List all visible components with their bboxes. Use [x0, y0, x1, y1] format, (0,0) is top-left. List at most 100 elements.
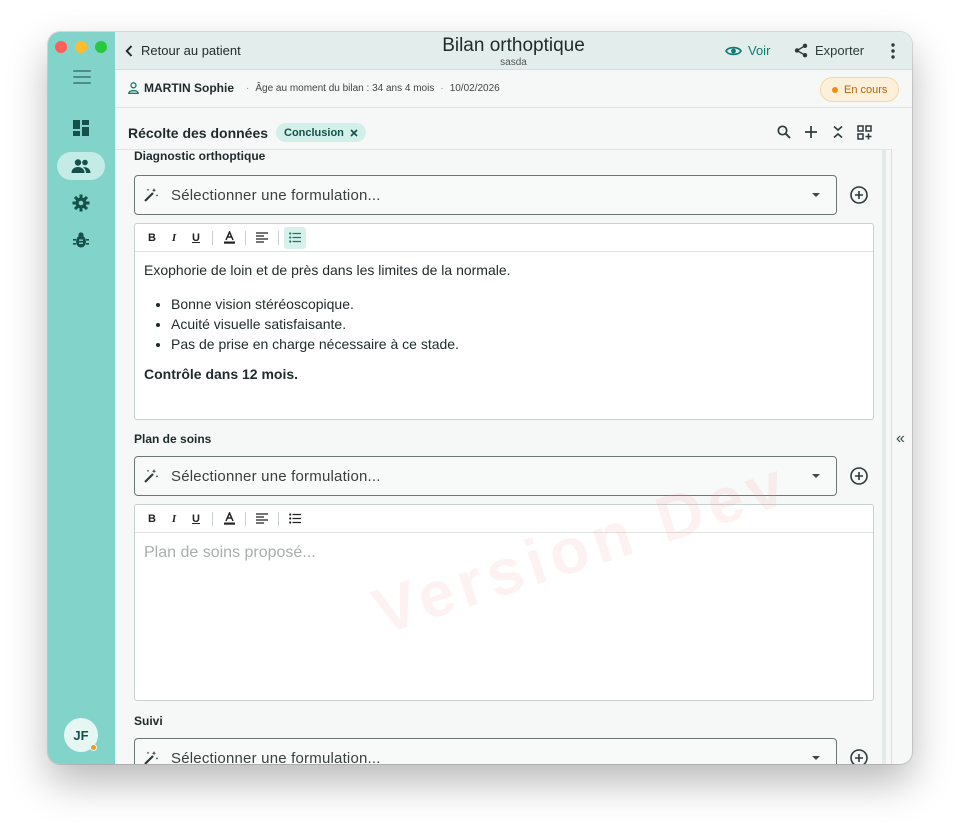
status-badge: En cours: [820, 77, 900, 102]
suivi-label: Suivi: [134, 714, 163, 728]
suivi-select-placeholder: Sélectionner une formulation...: [171, 750, 381, 764]
bug-icon: [73, 232, 89, 248]
status-dot: [832, 86, 838, 93]
underline-button[interactable]: U: [185, 227, 207, 249]
close-icon[interactable]: [350, 128, 358, 137]
filter-chip-label: Conclusion: [284, 126, 344, 139]
export-label: Exporter: [815, 43, 865, 58]
dropdown-arrow-icon: [812, 756, 820, 760]
bold-button[interactable]: B: [141, 508, 163, 530]
list-item: Bonne vision stéréoscopique.: [171, 294, 864, 314]
suivi-formulation-select[interactable]: Sélectionner une formulation...: [134, 738, 837, 764]
content-panel: Récolte des données Conclusion Version D…: [115, 108, 892, 764]
top-bar: Retour au patient Bilan orthoptique sasd…: [115, 32, 912, 70]
patient-bar: MARTIN Sophie · Âge au moment du bilan :…: [115, 70, 912, 108]
align-button[interactable]: [251, 508, 273, 530]
patient-name: MARTIN Sophie: [144, 81, 234, 95]
separator: ·: [246, 82, 250, 94]
editor-toolbar: B I U: [135, 224, 873, 252]
gear-icon: [72, 194, 90, 212]
diagnostic-formulation-select[interactable]: Sélectionner une formulation...: [134, 175, 837, 215]
toolbar-divider: [212, 511, 213, 526]
list-item: Pas de prise en charge nécessaire à ce s…: [171, 334, 864, 354]
diagnostic-conclusion: Contrôle dans 12 mois.: [144, 366, 299, 382]
section-header: Récolte des données Conclusion: [115, 108, 892, 150]
eye-icon: [725, 46, 742, 55]
bilan-date: 10/02/2026: [449, 82, 500, 94]
dropdown-arrow-icon: [812, 474, 820, 478]
text-color-icon: [223, 512, 235, 525]
app-window: JF Retour au patient Bilan orthoptique s…: [48, 32, 912, 764]
toolbar-divider: [278, 511, 279, 526]
add-formulation-icon[interactable]: [849, 185, 869, 205]
list-item: Acuité visuelle satisfaisante.: [171, 314, 864, 334]
close-window-button[interactable]: [55, 41, 67, 53]
magic-wand-icon: [144, 751, 159, 764]
diagnostic-intro: Exophorie de loin et de près dans les li…: [144, 262, 511, 278]
view-label: Voir: [748, 43, 771, 58]
diagnostic-editor: B I U Exophorie de loin et de près dans …: [134, 223, 874, 420]
bullet-list-icon: [289, 513, 301, 524]
bullet-list-button[interactable]: [284, 226, 306, 249]
dashboard-icon: [73, 120, 89, 136]
toolbar-divider: [212, 230, 213, 245]
text-color-button[interactable]: [218, 227, 240, 249]
view-button[interactable]: Voir: [725, 43, 770, 58]
expand-panel-icon[interactable]: «: [896, 430, 905, 448]
toolbar-divider: [278, 230, 279, 245]
text-color-icon: [223, 231, 235, 244]
add-widget-icon[interactable]: [857, 125, 872, 140]
maximize-window-button[interactable]: [95, 41, 107, 53]
search-icon[interactable]: [777, 125, 791, 139]
align-left-icon: [256, 232, 268, 243]
form-scroll-area[interactable]: Version Dev Diagnostic orthoptique Sélec…: [115, 150, 882, 764]
menu-icon[interactable]: [73, 70, 91, 84]
sidebar: JF: [48, 32, 115, 764]
dropdown-arrow-icon: [812, 193, 820, 197]
magic-wand-icon: [144, 188, 159, 202]
user-status-dot: [90, 744, 97, 751]
more-options-icon[interactable]: [891, 43, 895, 64]
toolbar-divider: [245, 230, 246, 245]
diagnostic-editor-content[interactable]: Exophorie de loin et de près dans les li…: [135, 252, 873, 392]
minimize-window-button[interactable]: [75, 41, 87, 53]
diagnostic-label: Diagnostic orthoptique: [134, 150, 266, 163]
toolbar-divider: [245, 511, 246, 526]
align-button[interactable]: [251, 227, 273, 249]
page-subtitle: sasda: [500, 57, 527, 68]
bullet-list-icon: [289, 232, 301, 243]
add-formulation-icon[interactable]: [849, 466, 869, 486]
add-formulation-icon[interactable]: [849, 748, 869, 764]
plan-select-placeholder: Sélectionner une formulation...: [171, 468, 381, 485]
plan-label: Plan de soins: [134, 432, 212, 446]
italic-button[interactable]: I: [163, 508, 185, 530]
section-title: Récolte des données: [128, 125, 269, 141]
share-icon: [794, 43, 808, 58]
sidebar-item-patients[interactable]: [57, 152, 105, 180]
underline-button[interactable]: U: [185, 508, 207, 530]
status-label: En cours: [844, 83, 888, 96]
scroll-rail[interactable]: [882, 150, 886, 764]
person-icon: [128, 82, 139, 94]
user-initials: JF: [73, 727, 89, 743]
bold-button[interactable]: B: [141, 227, 163, 249]
sidebar-item-debug[interactable]: [57, 226, 105, 254]
diagnostic-bullet-list: Bonne vision stéréoscopique. Acuité visu…: [171, 294, 864, 354]
sidebar-item-dashboard[interactable]: [57, 114, 105, 142]
text-color-button[interactable]: [218, 508, 240, 530]
patient-info: MARTIN Sophie · Âge au moment du bilan :…: [128, 81, 500, 95]
align-left-icon: [256, 513, 268, 524]
diagnostic-select-placeholder: Sélectionner une formulation...: [171, 187, 381, 204]
patient-age: Âge au moment du bilan : 34 ans 4 mois: [255, 82, 435, 94]
people-icon: [71, 159, 91, 173]
plus-icon[interactable]: [804, 125, 818, 139]
filter-chip[interactable]: Conclusion: [276, 123, 366, 142]
separator: ·: [440, 82, 444, 94]
export-button[interactable]: Exporter: [794, 43, 864, 58]
magic-wand-icon: [144, 469, 159, 483]
collapse-all-icon[interactable]: [832, 125, 844, 139]
page-title: Bilan orthoptique: [442, 35, 585, 56]
bullet-list-button[interactable]: [284, 508, 306, 530]
sidebar-item-settings[interactable]: [57, 189, 105, 217]
italic-button[interactable]: I: [163, 227, 185, 249]
